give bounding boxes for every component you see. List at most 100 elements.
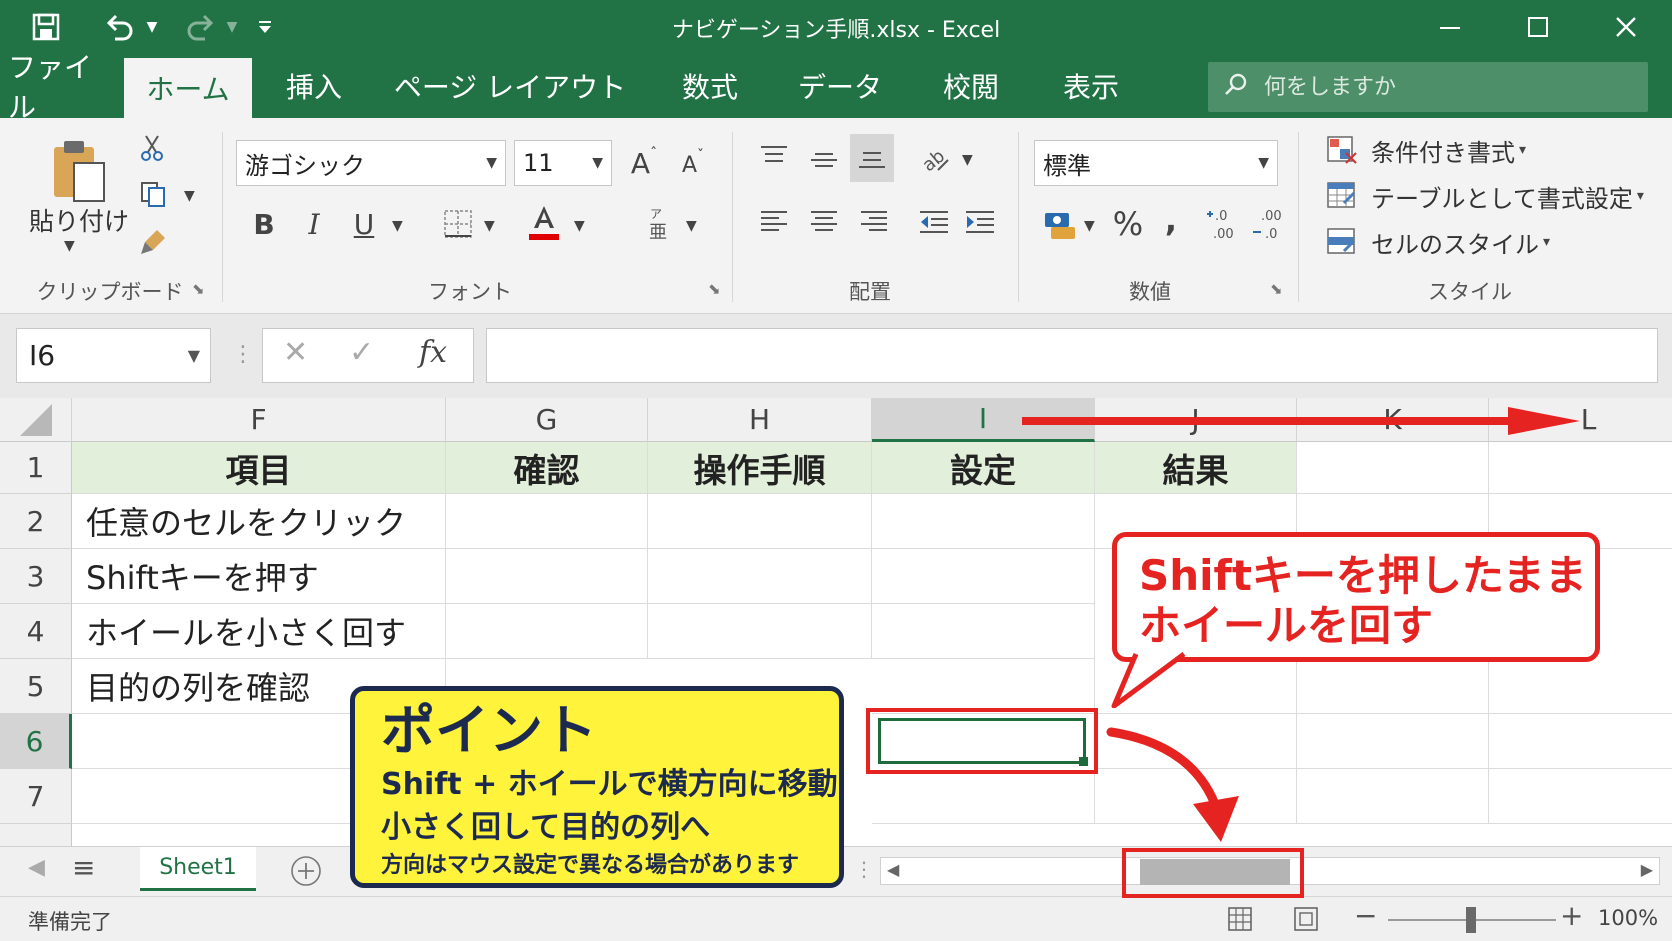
bold-button[interactable]: B bbox=[246, 202, 282, 246]
currency-icon[interactable] bbox=[1040, 204, 1080, 244]
tab-review[interactable]: 校閲 bbox=[926, 54, 1016, 118]
new-sheet-icon[interactable] bbox=[290, 855, 322, 891]
cancel-entry-button[interactable]: ✕ bbox=[283, 335, 308, 370]
page-layout-view-icon[interactable] bbox=[1292, 905, 1320, 937]
cell-i3[interactable] bbox=[872, 549, 1095, 604]
cell-l5[interactable] bbox=[1489, 659, 1672, 714]
scroll-split-grip-icon[interactable]: ⋮ bbox=[854, 857, 874, 881]
row-header-5[interactable]: 5 bbox=[0, 659, 72, 714]
zoom-slider-handle[interactable] bbox=[1466, 907, 1476, 933]
align-left-icon[interactable] bbox=[756, 202, 792, 242]
active-cell-i6[interactable] bbox=[878, 718, 1088, 766]
currency-dropdown-icon[interactable]: ▼ bbox=[1084, 218, 1095, 234]
phonetic-dropdown-icon[interactable]: ▼ bbox=[686, 218, 697, 234]
number-format-combo[interactable]: 標準 ▼ bbox=[1034, 140, 1278, 186]
cell-h2[interactable] bbox=[648, 494, 872, 549]
paste-dropdown-icon[interactable]: ▼ bbox=[64, 238, 75, 254]
cell-f2[interactable]: 任意のセルをクリック bbox=[72, 494, 446, 549]
cell-k5[interactable] bbox=[1297, 659, 1489, 714]
row-header-3[interactable]: 3 bbox=[0, 549, 72, 604]
underline-dropdown-icon[interactable]: ▼ bbox=[392, 218, 403, 234]
font-color-icon[interactable] bbox=[524, 200, 564, 248]
cell-i4[interactable] bbox=[872, 604, 1095, 659]
paste-icon[interactable] bbox=[44, 130, 114, 210]
cell-g3[interactable] bbox=[446, 549, 648, 604]
cell-l7[interactable] bbox=[1489, 769, 1672, 824]
zoom-in-icon[interactable]: + bbox=[1560, 899, 1583, 932]
tab-file[interactable]: ファイル bbox=[8, 51, 112, 124]
formula-input[interactable] bbox=[486, 328, 1658, 383]
cell-k1[interactable] bbox=[1297, 442, 1489, 494]
font-name-combo[interactable]: 游ゴシック ▼ bbox=[236, 140, 506, 186]
orientation-icon[interactable]: ab bbox=[916, 138, 956, 178]
font-name-dropdown-icon[interactable]: ▼ bbox=[486, 155, 497, 171]
header-cell-j1[interactable]: 結果 bbox=[1095, 442, 1297, 494]
zoom-out-icon[interactable]: − bbox=[1354, 899, 1377, 932]
tab-insert[interactable]: 挿入 bbox=[268, 54, 360, 118]
sheet-list-icon[interactable]: ≡ bbox=[72, 851, 95, 884]
cell-f3[interactable]: Shiftキーを押す bbox=[72, 549, 446, 604]
tell-me-input[interactable] bbox=[1264, 74, 1624, 100]
clipboard-launcher-icon[interactable]: ⬊ bbox=[192, 280, 205, 298]
align-bottom-icon[interactable] bbox=[850, 134, 894, 182]
row-header-8[interactable] bbox=[0, 824, 72, 846]
scroll-left-icon[interactable]: ◀ bbox=[887, 860, 899, 879]
confirm-entry-button[interactable]: ✓ bbox=[349, 335, 374, 370]
font-color-dropdown-icon[interactable]: ▼ bbox=[574, 218, 585, 234]
cell-g2[interactable] bbox=[446, 494, 648, 549]
normal-view-icon[interactable] bbox=[1226, 905, 1254, 937]
close-icon[interactable] bbox=[1596, 6, 1656, 48]
column-header-f[interactable]: F bbox=[72, 398, 446, 442]
decrease-indent-icon[interactable] bbox=[916, 202, 952, 242]
orientation-dropdown-icon[interactable]: ▼ bbox=[962, 152, 973, 168]
number-format-dropdown-icon[interactable]: ▼ bbox=[1258, 155, 1269, 171]
paste-label[interactable]: 貼り付け bbox=[24, 202, 134, 238]
align-right-icon[interactable] bbox=[856, 202, 892, 242]
format-painter-icon[interactable] bbox=[136, 226, 170, 258]
align-top-icon[interactable] bbox=[756, 138, 792, 174]
cell-k6[interactable] bbox=[1297, 714, 1489, 769]
insert-function-button[interactable]: fx bbox=[419, 335, 447, 370]
column-header-g[interactable]: G bbox=[446, 398, 648, 442]
minimize-icon[interactable] bbox=[1420, 6, 1480, 48]
align-middle-icon[interactable] bbox=[806, 138, 842, 180]
font-size-dropdown-icon[interactable]: ▼ bbox=[592, 155, 603, 171]
header-cell-i1[interactable]: 設定 bbox=[872, 442, 1095, 494]
cell-i7[interactable] bbox=[872, 769, 1095, 824]
cell-l1[interactable] bbox=[1489, 442, 1672, 494]
cut-icon[interactable] bbox=[136, 132, 168, 164]
underline-button[interactable]: U bbox=[346, 202, 382, 246]
percent-button[interactable]: % bbox=[1108, 202, 1148, 246]
tab-page-layout[interactable]: ページ レイアウト bbox=[392, 54, 628, 118]
tell-me-box[interactable] bbox=[1208, 62, 1648, 112]
header-cell-h1[interactable]: 操作手順 bbox=[648, 442, 872, 494]
cell-h3[interactable] bbox=[648, 549, 872, 604]
cell-k7[interactable] bbox=[1297, 769, 1489, 824]
grow-font-icon[interactable]: Aˆ bbox=[626, 140, 662, 186]
row-header-6[interactable]: 6 bbox=[0, 714, 72, 769]
sheet-tab-sheet1[interactable]: Sheet1 bbox=[140, 847, 256, 891]
tab-home[interactable]: ホーム bbox=[124, 58, 252, 118]
cell-h4[interactable] bbox=[648, 604, 872, 659]
cell-i2[interactable] bbox=[872, 494, 1095, 549]
cell-l6[interactable] bbox=[1489, 714, 1672, 769]
format-as-table-button[interactable]: テーブルとして書式設定 ▾ bbox=[1325, 176, 1644, 216]
copy-icon[interactable] bbox=[136, 178, 170, 210]
font-launcher-icon[interactable]: ⬊ bbox=[708, 280, 721, 298]
cell-g4[interactable] bbox=[446, 604, 648, 659]
increase-decimal-icon[interactable]: .0.00 bbox=[1202, 202, 1242, 246]
maximize-icon[interactable] bbox=[1508, 6, 1568, 48]
phonetic-icon[interactable]: ア亜 bbox=[640, 202, 676, 246]
align-center-icon[interactable] bbox=[806, 202, 842, 242]
row-header-7[interactable]: 7 bbox=[0, 769, 72, 824]
tab-data[interactable]: データ bbox=[790, 54, 890, 118]
header-cell-g1[interactable]: 確認 bbox=[446, 442, 648, 494]
row-header-1[interactable]: 1 bbox=[0, 442, 72, 494]
tab-view[interactable]: 表示 bbox=[1046, 54, 1136, 118]
row-header-4[interactable]: 4 bbox=[0, 604, 72, 659]
italic-button[interactable]: I bbox=[296, 202, 332, 246]
shrink-font-icon[interactable]: Aˇ bbox=[676, 144, 710, 186]
zoom-level[interactable]: 100% bbox=[1598, 906, 1658, 930]
select-all-corner[interactable] bbox=[0, 398, 72, 442]
header-cell-f1[interactable]: 項目 bbox=[72, 442, 446, 494]
